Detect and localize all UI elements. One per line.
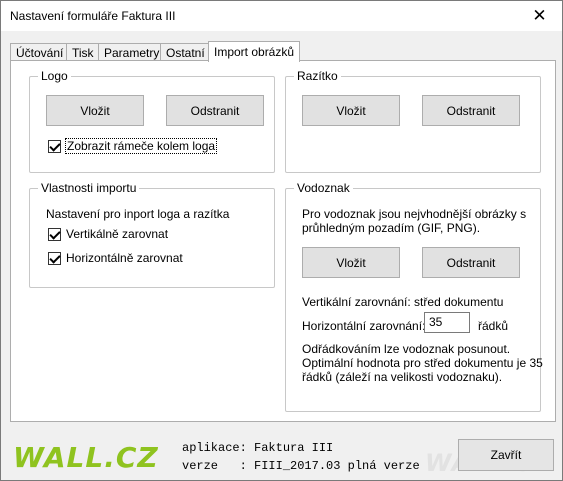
window-title: Nastavení formuláře Faktura III	[10, 9, 176, 23]
vertical-align-checkbox[interactable]: Vertikálně zarovnat	[48, 227, 168, 241]
watermark-intro-line2: průhledným pozadím (GIF, PNG).	[302, 221, 481, 235]
horizontal-align-label: Horizontálně zarovnat	[66, 251, 183, 265]
watermark-remove-button[interactable]: Odstranit	[422, 247, 520, 278]
wall-cz-logo: WALL.CZ	[13, 441, 159, 474]
tab-uctovani[interactable]: Účtování	[10, 43, 70, 61]
watermark-insert-button[interactable]: Vložit	[302, 247, 400, 278]
stamp-group: Razítko Vložit Odstranit	[285, 69, 541, 173]
close-button[interactable]: Zavřít	[458, 439, 554, 471]
checkbox-check-icon	[48, 251, 61, 265]
logo-remove-button[interactable]: Odstranit	[166, 95, 264, 126]
watermark-note-line1: Odřádkováním lze vodoznak posunout.	[302, 342, 511, 356]
app-name-line: aplikace: Faktura III	[182, 441, 334, 455]
horizontal-alignment-input[interactable]: 35	[424, 312, 470, 333]
watermark-group-legend: Vodoznak	[294, 181, 353, 195]
tab-ostatni[interactable]: Ostatní	[160, 43, 211, 61]
logo-group: Logo Vložit Odstranit Zobrazit rámeče ko…	[29, 69, 275, 173]
watermark-note-line2: Optimální hodnota pro střed dokumentu je…	[302, 356, 543, 370]
horizontal-alignment-label: Horizontální zarovnání:	[302, 319, 426, 333]
title-bar: Nastavení formuláře Faktura III ✕	[1, 1, 562, 31]
import-properties-description: Nastavení pro inport loga a razítka	[46, 207, 230, 221]
vertical-alignment-text: Vertikální zarovnání: střed dokumentu	[302, 295, 504, 309]
import-properties-legend: Vlastnosti importu	[38, 181, 140, 195]
tab-import-obrazku[interactable]: Import obrázků	[208, 41, 301, 62]
horizontal-align-checkbox[interactable]: Horizontálně zarovnat	[48, 251, 183, 265]
checkbox-check-icon	[48, 227, 61, 241]
vertical-align-label: Vertikálně zarovnat	[66, 227, 169, 241]
checkbox-check-icon	[48, 139, 61, 153]
show-frames-label: Zobrazit rámeče kolem loga	[64, 138, 218, 154]
show-frames-checkbox[interactable]: Zobrazit rámeče kolem loga	[48, 138, 218, 154]
version-line: verze : FIII_2017.03 plná verze	[182, 459, 420, 473]
watermark-intro-line1: Pro vodoznak jsou nejvhodnější obrázky s	[302, 207, 527, 221]
stamp-insert-button[interactable]: Vložit	[302, 95, 400, 126]
rows-unit-label: řádků	[478, 319, 509, 333]
watermark-group: Vodoznak Pro vodoznak jsou nejvhodnější …	[285, 181, 543, 412]
dialog-window: Nastavení formuláře Faktura III ✕ Účtová…	[0, 0, 563, 481]
import-properties-group: Vlastnosti importu Nastavení pro inport …	[29, 181, 275, 288]
tab-parametry[interactable]: Parametry	[98, 43, 166, 61]
logo-insert-button[interactable]: Vložit	[46, 95, 144, 126]
close-icon[interactable]: ✕	[517, 1, 562, 31]
logo-group-legend: Logo	[38, 69, 71, 83]
stamp-remove-button[interactable]: Odstranit	[422, 95, 520, 126]
stamp-group-legend: Razítko	[294, 69, 341, 83]
watermark-note-line3: řádků (záleží na velikosti vodoznaku).	[302, 370, 503, 384]
tab-panel-import: Logo Vložit Odstranit Zobrazit rámeče ko…	[10, 60, 556, 422]
tab-tisk[interactable]: Tisk	[66, 43, 100, 61]
